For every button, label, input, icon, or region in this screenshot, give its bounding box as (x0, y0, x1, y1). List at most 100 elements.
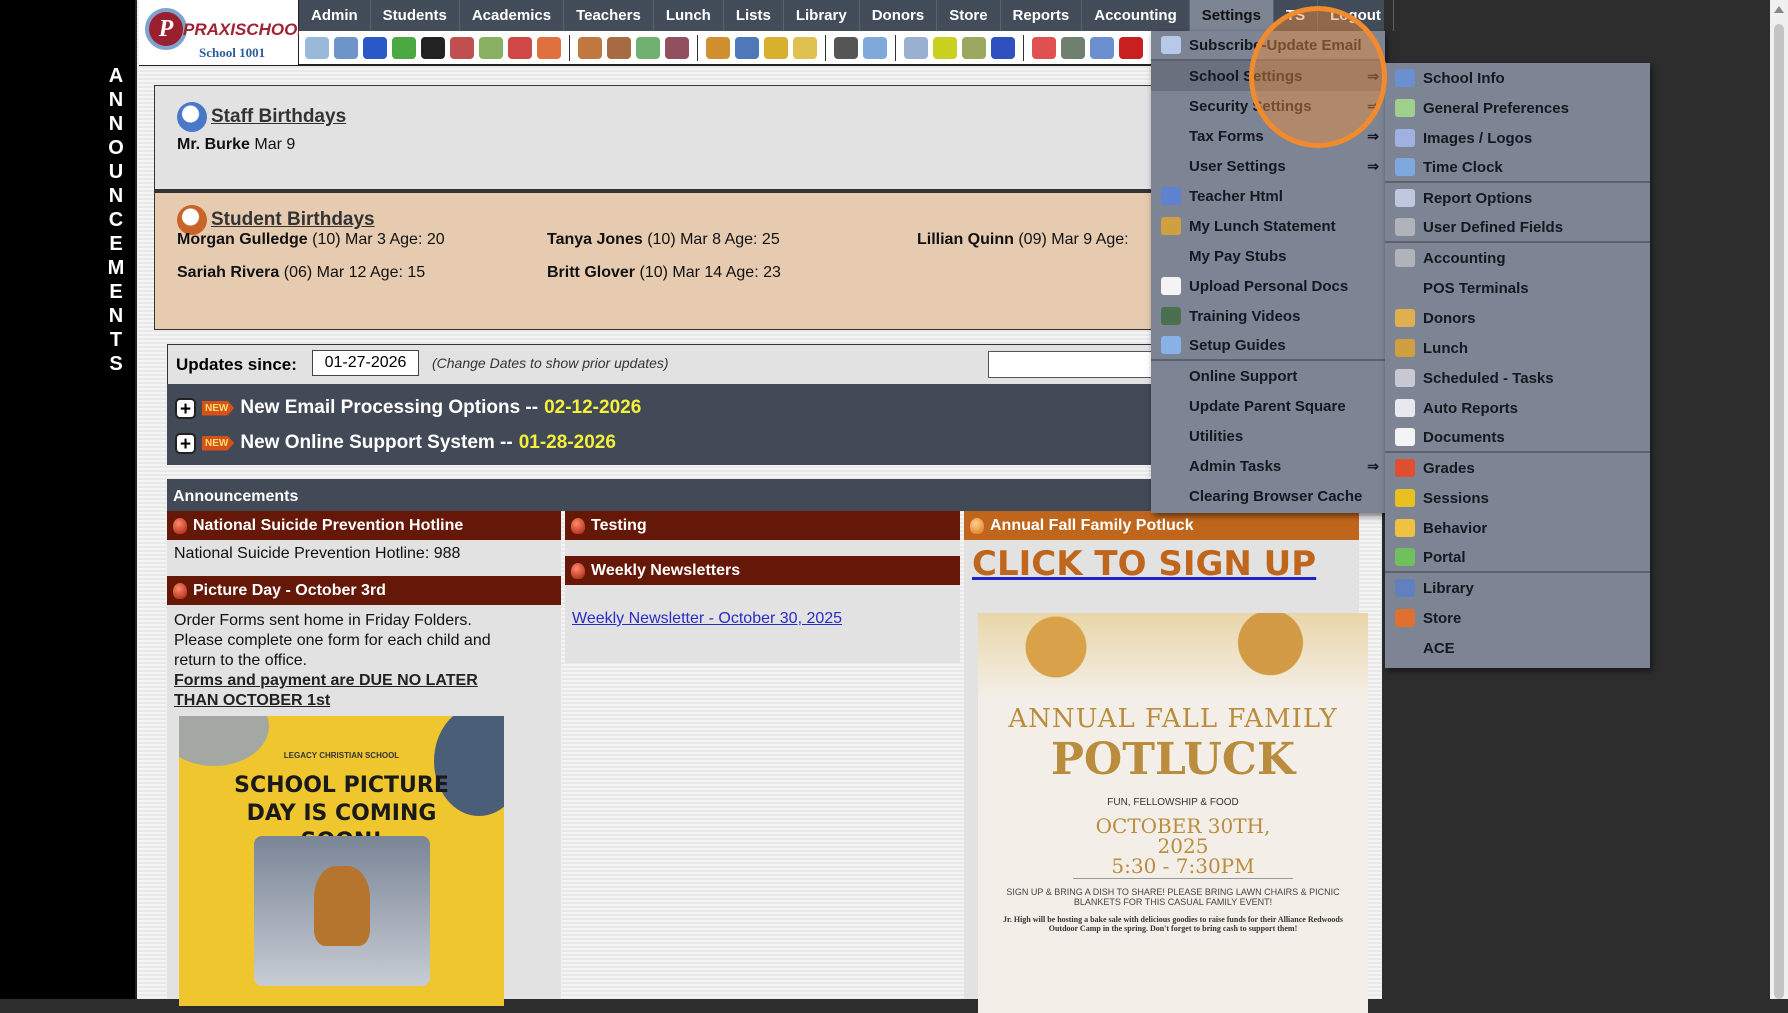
export-icon[interactable] (793, 36, 817, 59)
updates-date-input[interactable]: 01-27-2026 (312, 350, 419, 376)
menu-item-general-preferences[interactable]: General Preferences (1385, 93, 1650, 123)
update-title: New Email Processing Options -- (240, 397, 539, 418)
nav-lunch[interactable]: Lunch (654, 0, 724, 31)
menu-item-security-settings[interactable]: Security Settings ⇒ (1151, 91, 1385, 121)
menu-item-tax-forms[interactable]: Tax Forms ⇒ (1151, 121, 1385, 151)
megaphone-icon[interactable] (537, 36, 561, 59)
nav-teachers[interactable]: Teachers (564, 0, 654, 31)
help-icon[interactable] (1090, 36, 1114, 59)
menu-item-user-defined-fields[interactable]: User Defined Fields (1385, 213, 1650, 243)
scroll-up-arrow-icon[interactable] (1774, 6, 1784, 13)
menu-item-my-pay-stubs[interactable]: My Pay Stubs (1151, 241, 1385, 271)
menu-item-teacher-html[interactable]: Teacher Html (1151, 181, 1385, 211)
alarm-clock-icon[interactable] (863, 36, 887, 59)
menu-item-behavior[interactable]: Behavior (1385, 513, 1650, 543)
update-item[interactable]: + NEW New Online Support System -- 01-28… (175, 432, 616, 454)
cash-register-icon[interactable] (1061, 36, 1085, 59)
nav-ts[interactable]: TS (1274, 0, 1319, 31)
teacher-icon[interactable] (834, 36, 858, 59)
menu-item-scheduled-tasks[interactable]: Scheduled - Tasks (1385, 363, 1650, 393)
nav-academics[interactable]: Academics (460, 0, 565, 31)
print-check-icon[interactable] (962, 36, 986, 59)
nav-library[interactable]: Library (784, 0, 860, 31)
calendar-grid-icon[interactable] (334, 36, 358, 59)
menu-item-ace[interactable]: ACE (1385, 633, 1650, 663)
images-icon (1395, 129, 1415, 147)
update-item[interactable]: + NEW New Email Processing Options -- 02… (175, 397, 641, 419)
menu-item-setup-guides[interactable]: Setup Guides (1151, 331, 1385, 361)
menu-item-pos-terminals[interactable]: POS Terminals (1385, 273, 1650, 303)
menu-item-user-settings[interactable]: User Settings ⇒ (1151, 151, 1385, 181)
add-student-icon[interactable] (578, 36, 602, 59)
potluck-flyer[interactable]: ANNUAL FALL FAMILY POTLUCK FUN, FELLOWSH… (978, 613, 1368, 1013)
blank-icon (1161, 457, 1181, 475)
speaker-icon[interactable] (450, 36, 474, 59)
menu-item-clearing-browser-cache[interactable]: Clearing Browser Cache (1151, 481, 1385, 511)
menu-item-update-parent-square[interactable]: Update Parent Square (1151, 391, 1385, 421)
parents-icon[interactable] (665, 36, 689, 59)
money-icon[interactable] (636, 36, 660, 59)
nav-reports[interactable]: Reports (1001, 0, 1083, 31)
library-book-icon[interactable] (735, 36, 759, 59)
menu-item-sessions[interactable]: Sessions (1385, 483, 1650, 513)
menu-item-label: Documents (1423, 428, 1505, 446)
lunch-icon[interactable] (706, 36, 730, 59)
picture-day-poster[interactable]: LEGACY CHRISTIAN SCHOOL SCHOOL PICTURE D… (179, 716, 504, 1006)
menu-item-upload-personal-docs[interactable]: Upload Personal Docs (1151, 271, 1385, 301)
bell-icon[interactable] (764, 36, 788, 59)
chat-icon[interactable] (392, 36, 416, 59)
burger-icon (1161, 217, 1181, 235)
menu-item-time-clock[interactable]: Time Clock (1385, 153, 1650, 183)
menu-item-documents[interactable]: Documents (1385, 423, 1650, 453)
search-icon[interactable] (305, 36, 329, 59)
menu-item-grades[interactable]: Grades (1385, 453, 1650, 483)
nav-settings[interactable]: Settings (1189, 0, 1274, 31)
menu-item-admin-tasks[interactable]: Admin Tasks ⇒ (1151, 451, 1385, 481)
menu-item-portal[interactable]: Portal (1385, 543, 1650, 573)
announcements-vertical-label: ANNOUNCEMENTS (104, 64, 128, 376)
page-scrollbar[interactable] (1770, 0, 1788, 999)
check-icon[interactable] (933, 36, 957, 59)
menu-item-images-logos[interactable]: Images / Logos (1385, 123, 1650, 153)
menu-item-my-lunch-statement[interactable]: My Lunch Statement (1151, 211, 1385, 241)
calendar-icon[interactable] (508, 36, 532, 59)
schedule-icon[interactable] (479, 36, 503, 59)
menu-item-auto-reports[interactable]: Auto Reports (1385, 393, 1650, 423)
menu-item-school-settings[interactable]: School Settings ⇒ (1151, 61, 1385, 91)
accounts-payable-icon[interactable] (991, 36, 1015, 59)
menu-item-donors[interactable]: Donors (1385, 303, 1650, 333)
nav-students[interactable]: Students (371, 0, 460, 31)
nav-store[interactable]: Store (937, 0, 1001, 31)
nav-donors[interactable]: Donors (860, 0, 938, 31)
spreadsheet-icon[interactable] (904, 36, 928, 59)
staff-birthdays-link[interactable]: Staff Birthdays (177, 102, 346, 132)
nav-lists[interactable]: Lists (724, 0, 784, 31)
nav-accounting[interactable]: Accounting (1082, 0, 1190, 31)
menu-item-school-info[interactable]: School Info (1385, 63, 1650, 93)
pdf-icon[interactable] (1032, 36, 1056, 59)
sign-up-link[interactable]: CLICK TO SIGN UP (964, 540, 1359, 588)
menu-item-utilities[interactable]: Utilities (1151, 421, 1385, 451)
lion-photo (254, 836, 430, 986)
menu-item-lunch[interactable]: Lunch (1385, 333, 1650, 363)
menu-item-subscribe-update-email[interactable]: Subscribe-Update Email (1151, 31, 1385, 61)
menu-item-library[interactable]: Library (1385, 573, 1650, 603)
announcement-header: Picture Day - October 3rd (167, 576, 561, 605)
menu-item-store[interactable]: Store (1385, 603, 1650, 633)
weekly-newsletter-link[interactable]: Weekly Newsletter - October 30, 2025 (572, 610, 842, 627)
phone-icon[interactable] (421, 36, 445, 59)
staff-birthdays-title: Staff Birthdays (211, 106, 347, 127)
menu-item-online-support[interactable]: Online Support (1151, 361, 1385, 391)
praxischool-logo[interactable]: P PRAXISCHOOL School 1001 (139, 0, 308, 66)
nav-logout[interactable]: Logout (1318, 0, 1394, 31)
menu-item-training-videos[interactable]: Training Videos (1151, 301, 1385, 331)
expand-plus-icon[interactable]: + (175, 432, 196, 454)
email-at-icon[interactable] (363, 36, 387, 59)
scrollbar-thumb[interactable] (1774, 24, 1784, 999)
expand-plus-icon[interactable]: + (175, 397, 196, 419)
student-icon[interactable] (607, 36, 631, 59)
nav-admin[interactable]: Admin (299, 0, 371, 31)
menu-item-accounting[interactable]: Accounting (1385, 243, 1650, 273)
menu-item-report-options[interactable]: Report Options (1385, 183, 1650, 213)
power-icon[interactable] (1119, 36, 1143, 59)
